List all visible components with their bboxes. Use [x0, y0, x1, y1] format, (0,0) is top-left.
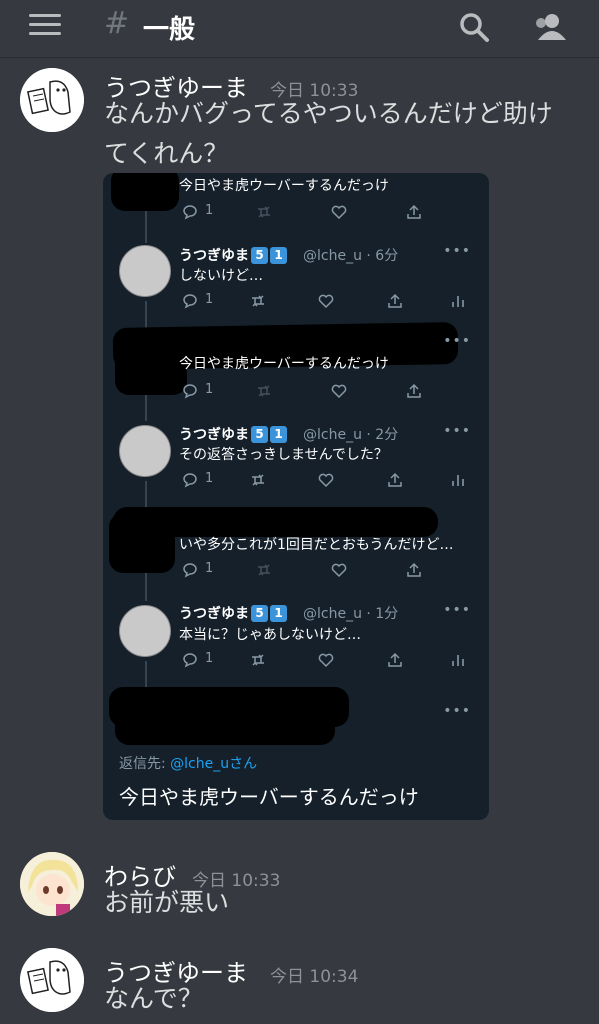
redaction-mark: [115, 343, 187, 395]
more-icon: •••: [443, 602, 471, 618]
retweet-icon: [249, 651, 267, 669]
reply-icon: [181, 471, 199, 489]
members-icon[interactable]: [530, 8, 570, 48]
tweet-text: 今日やま虎ウーバーするんだっけ: [179, 178, 389, 194]
avatar[interactable]: [20, 68, 84, 132]
reply-count: 1: [205, 561, 214, 576]
more-icon: •••: [443, 333, 471, 349]
like-icon: [317, 651, 335, 669]
like-icon: [330, 561, 348, 579]
tweet-avatar: [119, 245, 171, 297]
analytics-icon: [449, 471, 467, 489]
reply-icon: [181, 561, 199, 579]
share-icon: [405, 561, 423, 579]
retweet-icon: [249, 471, 267, 489]
retweet-icon: [255, 561, 273, 579]
share-icon: [386, 292, 404, 310]
analytics-icon: [449, 292, 467, 310]
reply-icon: [181, 203, 199, 221]
tweet-avatar: [119, 425, 171, 477]
reply-count: 1: [205, 382, 214, 397]
channel-header: # 一般: [0, 0, 599, 58]
tweet-handle: @lche_u · 6分: [303, 248, 399, 264]
thread-line: [145, 661, 147, 689]
tweet-author: うつぎゆま 5 1: [179, 424, 287, 444]
main-tweet-text: 今日やま虎ウーバーするんだっけ: [119, 785, 419, 809]
message-timestamp: 今日 10:34: [270, 967, 359, 987]
share-icon: [386, 651, 404, 669]
tweet-handle: @lche_u · 1分: [303, 606, 399, 622]
search-icon[interactable]: [455, 8, 495, 48]
reply-icon: [181, 292, 199, 310]
thread-line: [145, 391, 147, 421]
analytics-icon: [449, 651, 467, 669]
message: わらび 今日 10:33 お前が悪い: [0, 850, 599, 930]
tweet-text: 本当に？じゃあしないけど…: [179, 627, 361, 643]
more-icon: •••: [443, 423, 471, 439]
tweet-text: しないけど…: [179, 268, 263, 284]
message-text-line: てくれん？: [104, 139, 229, 168]
reply-count: 1: [205, 203, 214, 218]
reply-icon: [181, 651, 199, 669]
tweet-author: うつぎゆま 5 1: [179, 245, 287, 265]
reply-icon: [181, 382, 199, 400]
message: うつぎゆーま 今日 10:34 なんで？: [0, 946, 599, 1024]
tweet-text: いや多分これが1回目だとおもうんだけど…: [179, 537, 454, 553]
tweet-handle: @lche_u · 2分: [303, 427, 399, 443]
tweet-text: 今日やま虎ウーバーするんだっけ: [179, 356, 389, 372]
thread-line: [145, 571, 147, 601]
tweet-avatar: [119, 605, 171, 657]
like-icon: [330, 382, 348, 400]
message-text-line: なんかバグってるやついるんだけど助け: [104, 99, 553, 128]
like-icon: [317, 292, 335, 310]
reply-to-line: 返信先: @lche_uさん: [119, 756, 258, 772]
redaction-mark: [115, 703, 335, 745]
retweet-icon: [249, 292, 267, 310]
share-icon: [386, 471, 404, 489]
like-icon: [330, 203, 348, 221]
message-text-line: お前が悪い: [104, 888, 230, 917]
more-icon: •••: [443, 243, 471, 259]
redaction-mark: [109, 513, 175, 573]
like-icon: [317, 471, 335, 489]
tweet-author: うつぎゆま 5 1: [179, 603, 287, 623]
image-attachment[interactable]: 今日やま虎ウーバーするんだっけ 1 うつぎゆま 5 1 @lche_u · 6分 •…: [103, 173, 489, 820]
avatar[interactable]: [20, 948, 84, 1012]
channel-title: 一般: [143, 15, 196, 45]
reply-count: 1: [205, 471, 214, 486]
reply-count: 1: [205, 292, 214, 307]
reply-count: 1: [205, 651, 214, 666]
share-icon: [405, 203, 423, 221]
retweet-icon: [255, 382, 273, 400]
message-text-line: なんで？: [104, 984, 203, 1013]
retweet-icon: [255, 203, 273, 221]
redaction-mark: [111, 173, 179, 211]
share-icon: [405, 382, 423, 400]
tweet-text: その返答さっきしませんでした？: [179, 447, 388, 463]
hamburger-menu-icon[interactable]: [29, 14, 61, 36]
channel-hash-icon: #: [104, 6, 130, 41]
more-icon: •••: [443, 703, 471, 719]
avatar[interactable]: [20, 852, 84, 916]
